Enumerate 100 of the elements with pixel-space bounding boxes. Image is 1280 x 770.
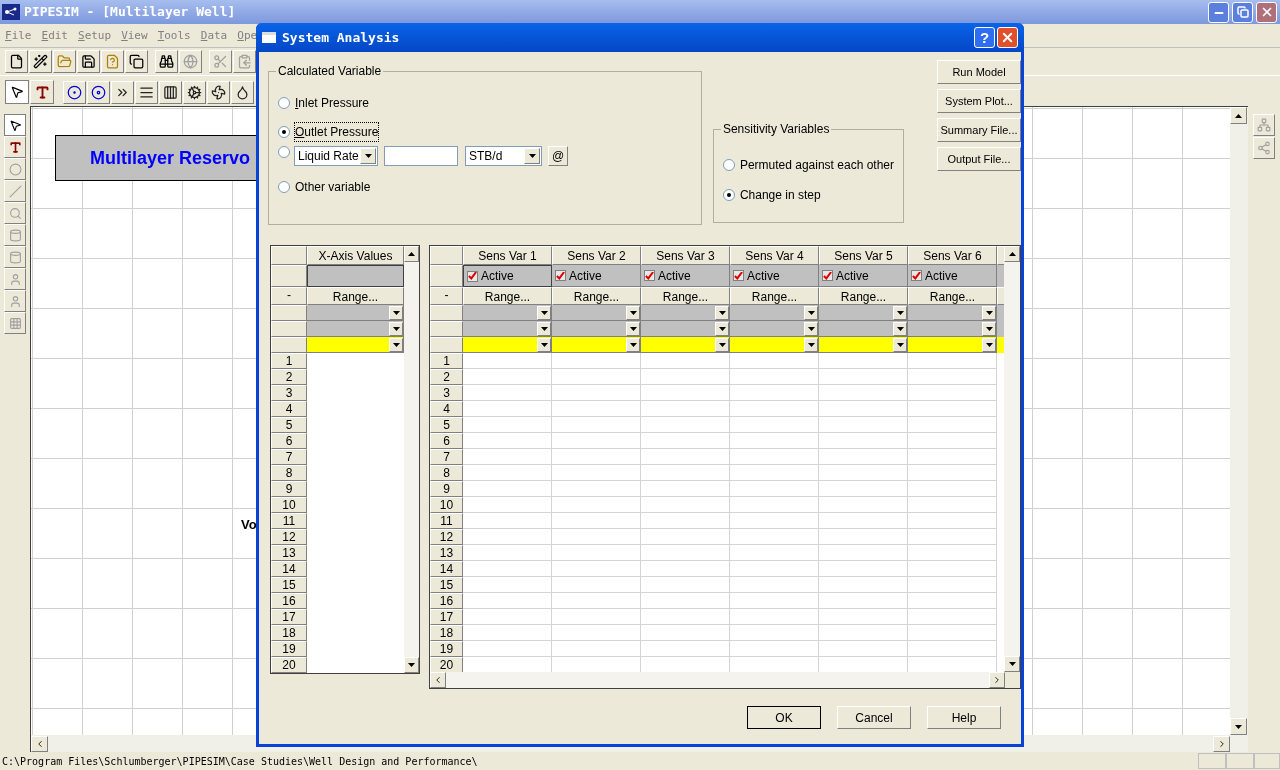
dropdown-cell[interactable] [552,305,641,321]
dropdown-button[interactable] [893,321,907,336]
text-tool-button[interactable] [4,136,26,158]
find-button[interactable] [155,50,178,73]
component-tool-button[interactable] [183,80,206,104]
radio-button[interactable] [278,125,290,138]
scroll-up-button[interactable] [1004,246,1020,262]
radio-button[interactable] [278,146,290,158]
text-tool-button[interactable] [30,80,54,104]
range-button[interactable]: Range... [307,287,404,305]
range-button[interactable]: Range... [908,287,997,305]
component-tool-button[interactable] [111,80,134,104]
dialog-button[interactable]: Cancel [837,706,911,729]
restore-button[interactable] [1232,1,1253,23]
option-label[interactable]: Change in step [739,186,821,204]
checkbox[interactable] [555,270,566,281]
scroll-down-button[interactable] [404,657,419,673]
active-cell[interactable]: Active [730,265,819,287]
dropdown-cell[interactable] [641,305,730,321]
dropdown-cell[interactable] [307,305,404,321]
dropdown-cell[interactable] [463,321,552,337]
active-cell[interactable]: Active [552,265,641,287]
dropdown-cell[interactable] [641,321,730,337]
at-button[interactable]: @ [548,146,568,166]
component-tool-button[interactable] [159,80,182,104]
dropdown-button[interactable] [389,305,403,320]
action-button[interactable]: Run Model [937,60,1021,84]
close-button[interactable] [1256,1,1277,23]
checkbox[interactable] [644,270,655,281]
action-button[interactable]: Summary File... [937,118,1021,142]
scroll-down-button[interactable] [1004,656,1020,672]
dropdown-button[interactable] [893,305,907,320]
dropdown-button[interactable] [804,305,818,320]
help-button[interactable] [101,50,124,73]
range-button[interactable]: Range... [641,287,730,305]
value-field[interactable] [384,146,458,166]
scroll-left-button[interactable] [31,735,48,752]
active-cell[interactable]: Active [819,265,908,287]
dropdown-button[interactable] [626,337,640,352]
grid-cell[interactable] [307,657,404,673]
grid-cell[interactable] [997,305,1005,321]
title-label[interactable]: Multilayer Reservo [55,135,257,181]
active-cell[interactable]: Active [641,265,730,287]
dropdown-cell[interactable] [819,321,908,337]
dropdown-button[interactable] [626,321,640,336]
radio-button[interactable] [722,189,735,201]
minimize-button[interactable] [1208,1,1229,23]
dropdown-cell[interactable] [730,337,819,353]
scroll-up-button[interactable] [404,246,419,262]
component-tool-button[interactable] [63,80,86,104]
dropdown-cell[interactable] [908,321,997,337]
variable-dropdown[interactable]: Liquid Rate [294,146,378,166]
dropdown-cell[interactable] [463,337,552,353]
range-button[interactable]: Range... [552,287,641,305]
dropdown-button[interactable] [804,337,818,352]
dropdown-button[interactable] [982,321,996,336]
dropdown-button[interactable] [537,321,551,336]
dropdown-button[interactable] [715,321,729,336]
scroll-up-button[interactable] [1230,107,1247,124]
option-label[interactable]: Permuted against each other [739,156,894,174]
saveall-button[interactable] [125,50,148,73]
checkbox[interactable] [911,270,922,281]
dropdown-button[interactable] [626,305,640,320]
range-button[interactable]: Range... [819,287,908,305]
range-button[interactable]: Range... [730,287,819,305]
radio-button[interactable] [722,159,735,171]
dropdown-cell[interactable] [641,337,730,353]
horizontal-scrollbar[interactable] [430,672,1005,688]
checkbox[interactable] [467,270,478,282]
component-tool-button[interactable] [231,80,254,104]
open-button[interactable] [53,50,76,73]
action-button[interactable]: System Plot... [937,89,1021,113]
pointer-tool-button[interactable] [4,114,26,136]
checkbox[interactable] [733,270,744,281]
component-tool-button[interactable] [87,80,110,104]
dropdown-button[interactable] [389,321,403,336]
active-cell[interactable]: Active [908,265,997,287]
grid-cell[interactable] [997,657,1005,672]
save-button[interactable] [77,50,100,73]
radio-button[interactable] [278,180,290,193]
dropdown-cell[interactable] [552,337,641,353]
radio-button[interactable] [278,96,290,109]
scroll-right-button[interactable] [989,672,1005,688]
pointer-tool-button[interactable] [5,80,29,104]
grid-cell[interactable] [997,265,1005,287]
wand-button[interactable] [29,50,52,73]
unit-dropdown[interactable]: STB/d [465,146,542,166]
dropdown-cell[interactable] [307,337,404,353]
share-tool-button[interactable] [1253,137,1275,159]
dropdown-button[interactable] [389,337,403,352]
active-cell[interactable]: Active [463,265,552,287]
dropdown-button[interactable] [804,321,818,336]
help-button[interactable]: ? [974,27,995,48]
dropdown-button[interactable] [982,337,996,352]
dropdown-button[interactable] [715,305,729,320]
dialog-button[interactable]: Help [927,706,1001,729]
grid-cell[interactable] [307,353,404,369]
new-button[interactable] [5,50,28,73]
dropdown-cell[interactable] [819,305,908,321]
vertical-scrollbar[interactable] [404,246,419,673]
